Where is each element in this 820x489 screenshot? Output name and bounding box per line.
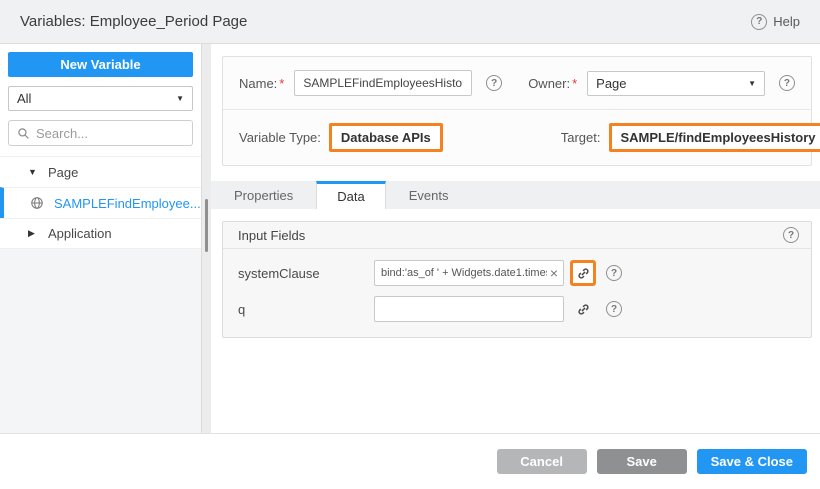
service-variable-icon bbox=[30, 196, 44, 210]
tree-item-label: SAMPLEFindEmployee... bbox=[54, 196, 201, 211]
owner-dropdown[interactable]: Page ▼ bbox=[587, 71, 765, 96]
tree-group-label: Application bbox=[48, 226, 112, 241]
variable-filter-selected: All bbox=[17, 91, 31, 106]
bind-expression: bind:'as_of ' + Widgets.date1.timestam bbox=[381, 267, 547, 279]
tab-events[interactable]: Events bbox=[386, 181, 472, 209]
tree-group-label: Page bbox=[48, 165, 78, 180]
bind-icon-highlight[interactable] bbox=[570, 260, 596, 286]
chevron-down-icon: ▼ bbox=[176, 94, 184, 103]
target-label: Target: bbox=[561, 130, 601, 145]
input-fields-header: Input Fields ? bbox=[223, 222, 811, 249]
name-input[interactable] bbox=[294, 70, 472, 96]
type-target-row: Variable Type: Database APIs Target: SAM… bbox=[223, 110, 811, 165]
variable-type-label: Variable Type: bbox=[239, 130, 321, 145]
sidebar-filler bbox=[0, 249, 201, 433]
save-button[interactable]: Save bbox=[597, 449, 687, 474]
field-label: systemClause bbox=[238, 266, 374, 281]
variable-detail: Name:* ? Owner:* Page ▼ ? Variable Type: bbox=[211, 44, 820, 433]
variable-search[interactable] bbox=[8, 120, 193, 146]
titlebar: Variables: Employee_Period Page ? Help bbox=[0, 0, 820, 44]
field-label: q bbox=[238, 302, 374, 317]
owner-selected: Page bbox=[596, 76, 626, 91]
scrollbar-thumb[interactable] bbox=[205, 199, 208, 252]
variables-sidebar: New Variable All ▼ ▼ Page bbox=[0, 44, 202, 433]
scrollbar[interactable] bbox=[202, 44, 211, 433]
q-bind-wrap[interactable] bbox=[570, 296, 596, 322]
bind-link-icon bbox=[576, 266, 591, 281]
detail-tabs: Properties Data Events bbox=[211, 181, 820, 209]
dialog-body: New Variable All ▼ ▼ Page bbox=[0, 44, 820, 433]
systemclause-bind-input[interactable]: bind:'as_of ' + Widgets.date1.timestam × bbox=[374, 260, 564, 286]
tab-properties[interactable]: Properties bbox=[211, 181, 316, 209]
tree-group-page[interactable]: ▼ Page bbox=[0, 156, 201, 187]
tree-item-selected-variable[interactable]: SAMPLEFindEmployee... bbox=[0, 187, 201, 218]
page-title: Variables: Employee_Period Page bbox=[20, 13, 247, 30]
dialog-footer: Cancel Save Save & Close bbox=[0, 433, 820, 489]
variable-filter-dropdown[interactable]: All ▼ bbox=[8, 86, 193, 111]
variable-type-value: Database APIs bbox=[341, 130, 431, 145]
tab-data[interactable]: Data bbox=[316, 181, 385, 209]
variable-summary-box: Name:* ? Owner:* Page ▼ ? Variable Type: bbox=[222, 56, 812, 166]
bind-link-icon bbox=[576, 302, 591, 317]
variable-type-highlight: Database APIs bbox=[329, 123, 443, 152]
variables-tree: ▼ Page SAMPLEFindEmployee... ▶ bbox=[0, 156, 201, 249]
target-value: SAMPLE/findEmployeesHistory bbox=[621, 130, 816, 145]
target-highlight: SAMPLE/findEmployeesHistory bbox=[609, 123, 820, 152]
q-help-icon[interactable]: ? bbox=[606, 301, 622, 317]
input-fields-panel: Input Fields ? systemClause bind:'as_of … bbox=[222, 221, 812, 338]
search-icon bbox=[17, 127, 30, 140]
help-button[interactable]: ? Help bbox=[751, 14, 800, 30]
clear-icon[interactable]: × bbox=[547, 266, 561, 280]
help-label: Help bbox=[773, 14, 800, 29]
search-input[interactable] bbox=[36, 126, 184, 141]
name-label: Name:* bbox=[239, 76, 284, 91]
required-asterisk: * bbox=[279, 76, 284, 91]
chevron-down-icon: ▼ bbox=[748, 79, 756, 88]
owner-help-icon[interactable]: ? bbox=[779, 75, 795, 91]
tree-group-application[interactable]: ▶ Application bbox=[0, 218, 201, 249]
caret-down-icon: ▼ bbox=[28, 167, 38, 177]
input-fields-help-icon[interactable]: ? bbox=[783, 227, 799, 243]
required-asterisk: * bbox=[572, 76, 577, 91]
owner-label: Owner:* bbox=[528, 76, 577, 91]
input-fields-title: Input Fields bbox=[238, 228, 305, 243]
q-input[interactable] bbox=[374, 296, 564, 322]
systemclause-help-icon[interactable]: ? bbox=[606, 265, 622, 281]
help-icon: ? bbox=[751, 14, 767, 30]
variables-dialog: Variables: Employee_Period Page ? Help N… bbox=[0, 0, 820, 489]
name-help-icon[interactable]: ? bbox=[486, 75, 502, 91]
save-and-close-button[interactable]: Save & Close bbox=[697, 449, 807, 474]
caret-right-icon: ▶ bbox=[28, 228, 38, 239]
new-variable-button[interactable]: New Variable bbox=[8, 52, 193, 77]
name-owner-row: Name:* ? Owner:* Page ▼ ? bbox=[223, 57, 811, 110]
cancel-button[interactable]: Cancel bbox=[497, 449, 587, 474]
field-row-systemclause: systemClause bind:'as_of ' + Widgets.dat… bbox=[223, 255, 811, 291]
field-row-q: q bbox=[223, 291, 811, 327]
input-fields-body: systemClause bind:'as_of ' + Widgets.dat… bbox=[223, 249, 811, 337]
